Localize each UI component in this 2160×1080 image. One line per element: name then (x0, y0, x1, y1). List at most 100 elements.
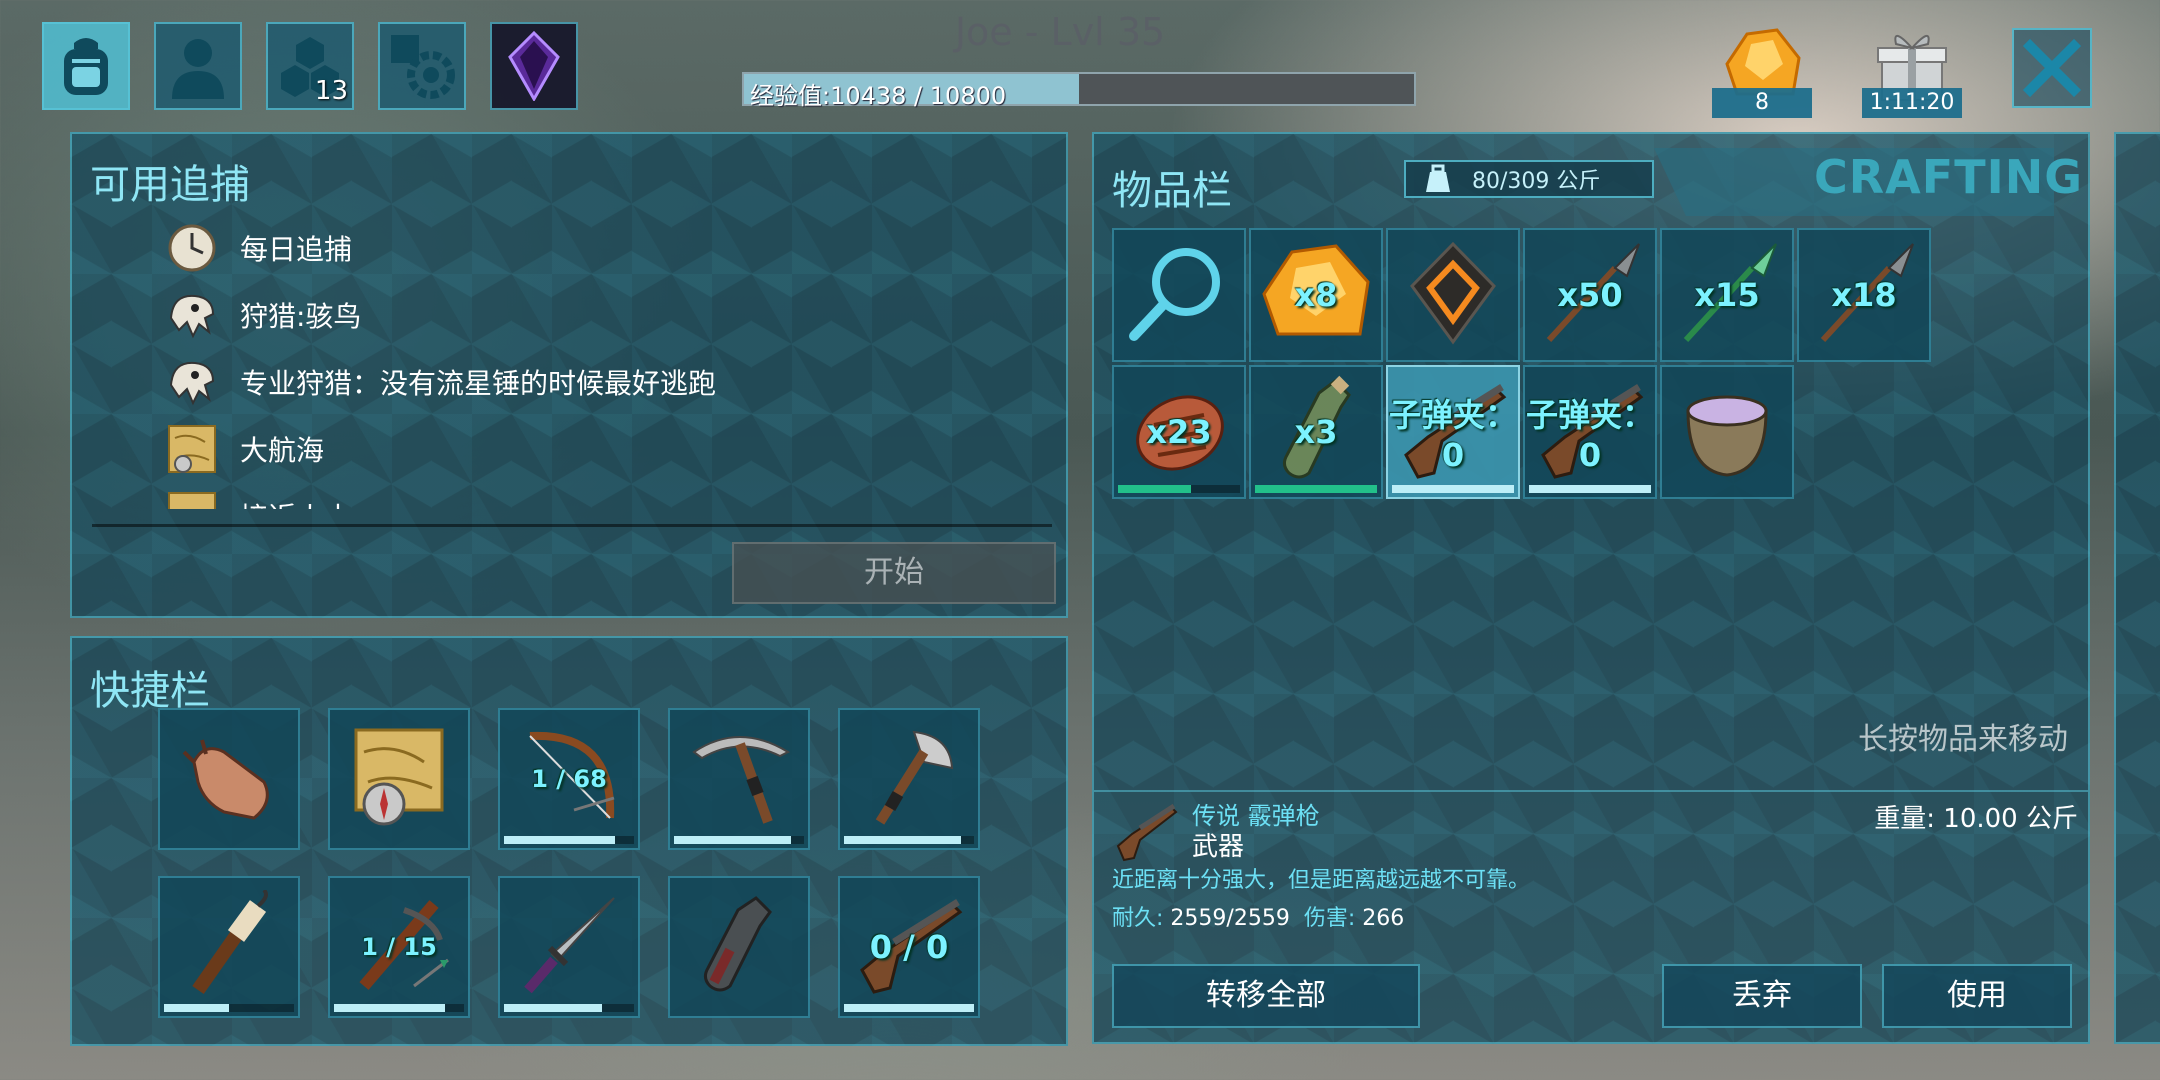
item-type: 武器 (1192, 832, 1245, 862)
inventory-title: 物品栏 (1112, 168, 1232, 214)
hotbar-slot[interactable] (158, 876, 300, 1018)
slot-quantity: x23 (1146, 413, 1212, 451)
hunts-title: 可用追捕 (90, 162, 250, 208)
inventory-slot[interactable]: 子弹夹：0 (1386, 365, 1520, 499)
hunt-label: 接近火山 (240, 496, 352, 510)
hand-icon (174, 722, 284, 836)
detail-divider (1094, 790, 2088, 792)
durability-bar-fill (1529, 485, 1651, 493)
durability-bar (334, 1004, 464, 1012)
crystal-icon (508, 31, 560, 101)
slot-quantity: x3 (1294, 413, 1338, 451)
mortar-icon (1672, 375, 1782, 489)
inventory-slot[interactable]: x8 (1249, 228, 1383, 362)
side-panel-edge[interactable] (2114, 132, 2160, 1044)
hunt-item-expert[interactable]: 专业狩猎：没有流星锤的时候最好逃跑 (162, 348, 1062, 415)
slot-quantity: x50 (1557, 276, 1623, 314)
inventory-tab[interactable] (42, 22, 130, 110)
engrams-tab[interactable]: 13 (266, 22, 354, 110)
hotbar-slot[interactable] (838, 708, 980, 850)
sword-icon (514, 890, 624, 1004)
durability-bar-fill (1392, 485, 1514, 493)
durability-bar-fill (334, 1004, 445, 1012)
inventory-slot[interactable]: x23 (1112, 365, 1246, 499)
durability-bar (504, 1004, 634, 1012)
hunt-list-divider (92, 524, 1052, 527)
inventory-panel: 物品栏 80/309 公斤 CRAFTING x8 x50 x15 x18 x23 x3 子… (1092, 132, 2090, 1044)
hunt-label: 专业狩猎：没有流星锤的时候最好逃跑 (240, 366, 717, 400)
durability-label: 耐久: (1112, 906, 1164, 931)
hotbar-slot[interactable] (328, 708, 470, 850)
inventory-slot[interactable] (1660, 365, 1794, 499)
hotbar-slot[interactable]: 1 / 68 (498, 708, 640, 850)
use-button[interactable]: 使用 (1882, 964, 2072, 1028)
hatchet-icon (854, 722, 964, 836)
slot-quantity: x15 (1694, 276, 1760, 314)
durability-bar (1529, 485, 1651, 493)
durability-bar-fill (844, 836, 961, 844)
item-stats: 耐久: 2559/2559 伤害: 266 (1112, 900, 1404, 932)
xp-text: 经验值:10438 / 10800 (750, 82, 1007, 110)
slot-quantity: 0 / 0 (869, 928, 949, 966)
hotbar-slot[interactable] (158, 708, 300, 850)
close-button[interactable] (2012, 28, 2092, 108)
drop-button[interactable]: 丢弃 (1662, 964, 1862, 1028)
durability-bar (674, 836, 804, 844)
inventory-slot[interactable] (1112, 228, 1246, 362)
slot-quantity: x18 (1831, 276, 1897, 314)
player-name-level: Joe - Lvl 35 (954, 10, 1166, 54)
hotbar-slot[interactable] (668, 708, 810, 850)
shotgun-icon (1116, 803, 1178, 862)
inventory-slot[interactable]: x15 (1660, 228, 1794, 362)
inventory-slot[interactable]: x50 (1523, 228, 1657, 362)
weight-box: 80/309 公斤 (1404, 160, 1654, 198)
slot-quantity: 1 / 15 (361, 933, 437, 961)
hotbar-slot[interactable] (498, 876, 640, 1018)
daily-gift[interactable]: 1:11:20 (1862, 14, 1962, 118)
inventory-slot[interactable]: x18 (1797, 228, 1931, 362)
durability-bar-fill (674, 836, 791, 844)
person-icon (172, 39, 224, 99)
amber-currency[interactable]: 8 (1712, 14, 1812, 118)
durability-bar-fill (504, 836, 615, 844)
durability-bar (844, 836, 974, 844)
inventory-slot[interactable] (1386, 228, 1520, 362)
durability-bar (1255, 485, 1377, 493)
crafting-tab[interactable]: CRAFTING (1814, 150, 2083, 204)
backpack-icon (64, 38, 108, 95)
hunt-item-volcano[interactable]: 接近火山 (162, 482, 1062, 509)
dino-skull-icon (162, 285, 222, 345)
durability-bar-fill (1255, 485, 1377, 493)
hotbar-panel: 快捷栏 1 / 68 1 / 15 0 / 0 (70, 636, 1068, 1046)
damage-value: 266 (1362, 906, 1405, 931)
xp-bar: 经验值:10438 / 10800 (742, 72, 1416, 110)
hunt-item-voyage[interactable]: 大航海 (162, 415, 1062, 482)
torch-icon (174, 888, 284, 1004)
inventory-slot[interactable]: 子弹夹：0 (1523, 365, 1657, 499)
search-icon (1124, 238, 1234, 352)
hotbar-slot[interactable]: 1 / 15 (328, 876, 470, 1018)
slot-quantity: 1 / 68 (531, 765, 607, 793)
start-button[interactable]: 开始 (732, 542, 1056, 604)
selected-item-icon (1112, 800, 1178, 866)
transfer-all-button[interactable]: 转移全部 (1112, 964, 1420, 1028)
settings-tab[interactable] (378, 22, 466, 110)
hunt-label: 狩猎:骇鸟 (240, 299, 362, 333)
bottle-icon (684, 890, 794, 1004)
item-weight: 重量: 10.00 公斤 (1874, 804, 2078, 834)
inventory-slot[interactable]: x3 (1249, 365, 1383, 499)
durability-bar-fill (164, 1004, 229, 1012)
hunt-item-daily[interactable]: 每日追捕 (162, 214, 1062, 281)
durability-bar (1118, 485, 1240, 493)
damage-label: 伤害: (1303, 906, 1356, 931)
element-tab[interactable] (490, 22, 578, 110)
durability-bar (164, 1004, 294, 1012)
hunt-item-terror-bird[interactable]: 狩猎:骇鸟 (162, 281, 1062, 348)
character-tab[interactable] (154, 22, 242, 110)
durability-bar-fill (1118, 485, 1192, 493)
durability-bar-fill (844, 1004, 974, 1012)
hotbar-slot[interactable]: 0 / 0 (838, 876, 980, 1018)
hunt-list[interactable]: 每日追捕 狩猎:骇鸟 专业狩猎：没有流星锤的时候最好逃跑 大航海 接近火山 (162, 214, 1062, 509)
hotbar-slot[interactable] (668, 876, 810, 1018)
gear-icon (391, 35, 455, 99)
